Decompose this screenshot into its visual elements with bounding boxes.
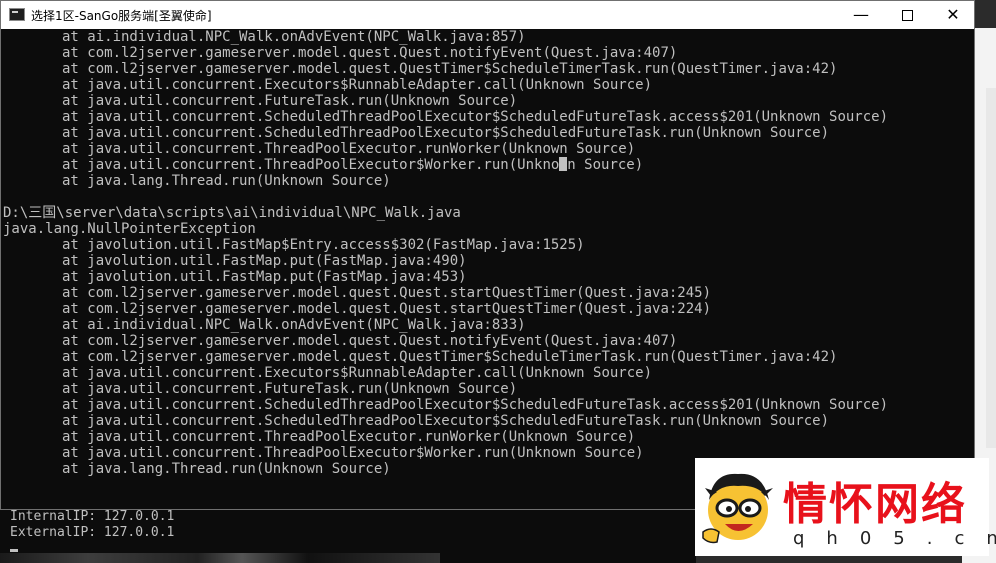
console-line: at java.util.concurrent.ThreadPoolExecut… xyxy=(3,141,636,157)
console-lines-top: at ai.individual.NPC_Walk.onAdvEvent(NPC… xyxy=(3,29,971,157)
console-line: at java.util.concurrent.ScheduledThreadP… xyxy=(3,397,889,413)
console-line: java.lang.NullPointerException xyxy=(3,221,256,237)
console-app-icon[interactable] xyxy=(9,8,25,21)
maximize-icon xyxy=(901,10,913,21)
background-image-strip xyxy=(0,553,440,563)
console-line: at javolution.util.FastMap$Entry.access$… xyxy=(3,237,585,253)
console-line: at com.l2jserver.gameserver.model.quest.… xyxy=(3,301,712,317)
console-line: at com.l2jserver.gameserver.model.quest.… xyxy=(3,333,678,349)
console-line: at javolution.util.FastMap.put(FastMap.j… xyxy=(3,253,467,269)
watermark-url: qh05.cn xyxy=(793,528,996,549)
maximize-button[interactable] xyxy=(884,1,930,29)
internal-ip-line: InternalIP: 127.0.0.1 xyxy=(10,509,175,524)
watermark-logo: 情怀网络 qh05.cn xyxy=(695,458,996,556)
console-line: at com.l2jserver.gameserver.model.quest.… xyxy=(3,285,712,301)
console-line: at java.util.concurrent.ScheduledThreadP… xyxy=(3,413,830,429)
console-line: at java.util.concurrent.FutureTask.run(U… xyxy=(3,381,518,397)
console-line: at java.util.concurrent.Executors$Runnab… xyxy=(3,77,653,93)
console-line: at com.l2jserver.gameserver.model.quest.… xyxy=(3,349,838,365)
background-scrollbar[interactable] xyxy=(986,88,996,448)
console-line-segment: at java.util.concurrent.ThreadPoolExecut… xyxy=(3,157,560,173)
console-line: at java.util.concurrent.FutureTask.run(U… xyxy=(3,93,518,109)
console-line: at java.util.concurrent.ScheduledThreadP… xyxy=(3,125,830,141)
console-window: 选择1区-SanGo服务端[圣翼使命] — ✕ at ai.individual… xyxy=(0,0,975,510)
watermark-name: 情怀网络 xyxy=(783,479,967,530)
console-line: at com.l2jserver.gameserver.model.quest.… xyxy=(3,45,678,61)
console-lines-bottom: at java.lang.Thread.run(Unknown Source) D… xyxy=(3,173,971,477)
console-line: D:\三国\server\data\scripts\ai\individual\… xyxy=(3,205,461,221)
mascot-face-icon xyxy=(702,473,773,544)
console-line-segment: n Source) xyxy=(567,157,644,173)
console-line: at ai.individual.NPC_Walk.onAdvEvent(NPC… xyxy=(3,317,526,333)
console-line: at java.lang.Thread.run(Unknown Source) xyxy=(3,173,391,189)
console-cursor xyxy=(10,549,18,552)
console-line: at java.util.concurrent.Executors$Runnab… xyxy=(3,365,653,381)
console-output[interactable]: at ai.individual.NPC_Walk.onAdvEvent(NPC… xyxy=(3,29,971,507)
console-line: at ai.individual.NPC_Walk.onAdvEvent(NPC… xyxy=(3,29,526,45)
external-ip-line: ExternalIP: 127.0.0.1 xyxy=(10,525,175,540)
console-line: at com.l2jserver.gameserver.model.quest.… xyxy=(3,61,838,77)
close-button[interactable]: ✕ xyxy=(930,1,976,29)
title-bar[interactable]: 选择1区-SanGo服务端[圣翼使命] — ✕ xyxy=(1,1,974,29)
console-line: at javolution.util.FastMap.put(FastMap.j… xyxy=(3,269,467,285)
console-line: at java.util.concurrent.ThreadPoolExecut… xyxy=(3,429,636,445)
console-line: at java.util.concurrent.ScheduledThreadP… xyxy=(3,109,889,125)
console-line-with-cursor: at java.util.concurrent.ThreadPoolExecut… xyxy=(3,157,971,173)
window-title: 选择1区-SanGo服务端[圣翼使命] xyxy=(31,9,212,23)
minimize-button[interactable]: — xyxy=(838,1,884,29)
